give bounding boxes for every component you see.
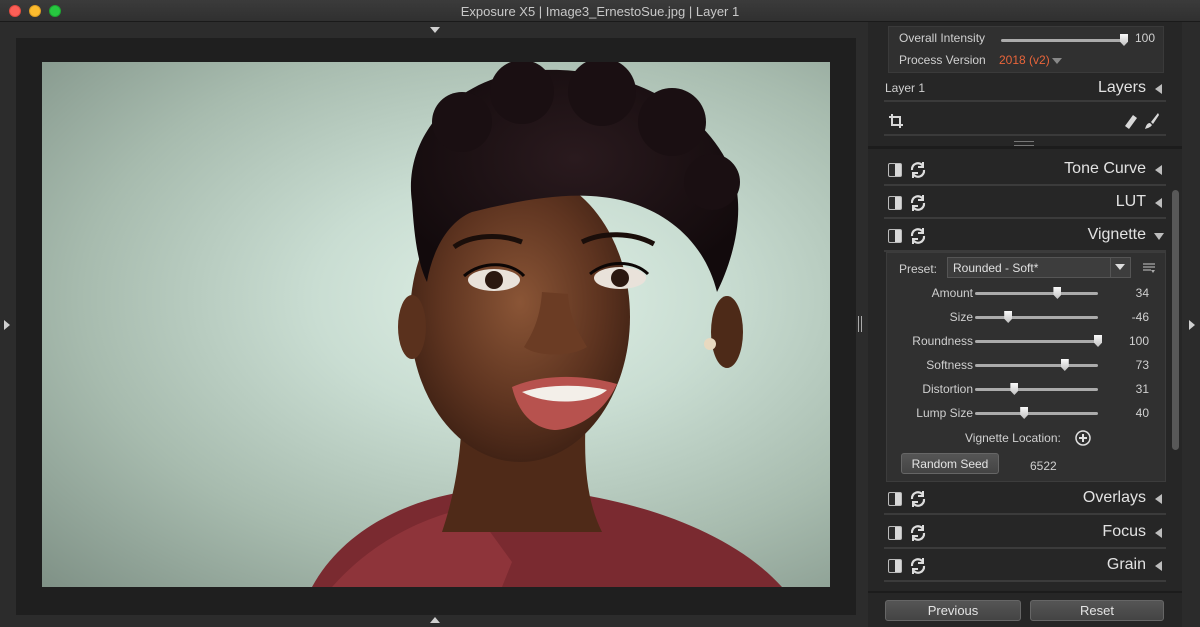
section-tone-curve[interactable]: Tone Curve <box>884 154 1166 186</box>
global-settings-box: Overall Intensity 100 Process Version 20… <box>888 26 1164 73</box>
vignette-preset-dropdown[interactable]: Rounded - Soft* <box>947 257 1131 278</box>
vignette-title: Vignette <box>1087 226 1146 243</box>
focus-title: Focus <box>1102 523 1146 540</box>
overlays-reset-icon[interactable] <box>908 489 928 509</box>
brush-icon[interactable] <box>1144 112 1160 130</box>
panel-divider <box>868 146 1182 149</box>
vignette-preset-label: Preset: <box>899 262 938 276</box>
section-focus[interactable]: Focus <box>884 517 1166 549</box>
layers-row[interactable]: Layer 1 Layers <box>884 76 1166 102</box>
distortion-slider-thumb[interactable] <box>1010 383 1019 395</box>
overall-intensity-label: Overall Intensity <box>899 31 986 45</box>
overall-intensity-slider-thumb[interactable] <box>1120 34 1128 46</box>
random-seed-button[interactable]: Random Seed <box>901 453 999 474</box>
overall-intensity-slider[interactable] <box>1001 34 1128 46</box>
random-seed-value: 6522 <box>1030 459 1057 473</box>
photo-preview[interactable] <box>42 62 830 587</box>
tone-curve-chevron-left-icon[interactable] <box>1155 165 1162 175</box>
lut-reset-icon[interactable] <box>908 193 928 213</box>
layers-title: Layers <box>1097 79 1146 96</box>
lut-title: LUT <box>1115 193 1146 210</box>
slider-label: Lump Size <box>916 406 973 420</box>
slider-label: Size <box>949 310 973 324</box>
lut-toggle-icon[interactable] <box>888 196 902 210</box>
section-grain[interactable]: Grain <box>884 550 1166 582</box>
size-slider[interactable] <box>975 311 1098 323</box>
process-version-chevron-down-icon[interactable] <box>1052 58 1062 64</box>
size-slider-thumb[interactable] <box>1004 311 1013 323</box>
window-title: Exposure X5 | Image3_ErnestoSue.jpg | La… <box>460 4 740 19</box>
lump-size-slider-thumb[interactable] <box>1020 407 1029 419</box>
crop-icon[interactable] <box>888 113 904 129</box>
roundness-slider[interactable] <box>975 335 1102 347</box>
adjustments-panel: Overall Intensity 100 Process Version 20… <box>868 22 1182 627</box>
roundness-slider-thumb[interactable] <box>1094 335 1102 347</box>
layers-chevron-left-icon[interactable] <box>1155 84 1162 94</box>
title-bar: Exposure X5 | Image3_ErnestoSue.jpg | La… <box>0 0 1200 22</box>
lump-size-value[interactable]: 40 <box>1107 406 1149 420</box>
distortion-slider[interactable] <box>975 383 1098 395</box>
vignette-preset-value: Rounded - Soft* <box>953 261 1039 275</box>
slider-label: Roundness <box>912 334 973 348</box>
amount-value[interactable]: 34 <box>1107 286 1149 300</box>
vignette-controls: Preset: Rounded - Soft* Amount 34 Size -… <box>886 252 1166 482</box>
size-value[interactable]: -46 <box>1107 310 1149 324</box>
overlays-title: Overlays <box>1082 489 1146 506</box>
portrait-illustration <box>312 62 782 587</box>
focus-chevron-left-icon[interactable] <box>1155 528 1162 538</box>
roundness-value[interactable]: 100 <box>1107 334 1149 348</box>
grain-chevron-left-icon[interactable] <box>1155 561 1162 571</box>
softness-slider[interactable] <box>975 359 1098 371</box>
tone-curve-title: Tone Curve <box>1064 160 1146 177</box>
toggle-filmstrip-arrow[interactable] <box>430 617 440 623</box>
vignette-toggle-icon[interactable] <box>888 229 902 243</box>
current-layer-name: Layer 1 <box>885 81 926 95</box>
vignette-chevron-down-icon[interactable] <box>1154 233 1164 240</box>
vignette-location-label: Vignette Location: <box>965 431 1061 445</box>
toggle-top-panel-arrow[interactable] <box>430 27 440 33</box>
overlays-chevron-left-icon[interactable] <box>1155 494 1162 504</box>
previous-button[interactable]: Previous <box>885 600 1021 621</box>
lut-chevron-left-icon[interactable] <box>1155 198 1162 208</box>
vignette-reset-icon[interactable] <box>908 226 928 246</box>
overall-intensity-value[interactable]: 100 <box>1135 31 1155 45</box>
overlays-toggle-icon[interactable] <box>888 492 902 506</box>
panel-resize-handle[interactable] <box>858 316 862 332</box>
process-version-dropdown[interactable]: 2018 (v2) <box>999 53 1050 67</box>
eraser-icon[interactable] <box>1122 112 1138 130</box>
focus-toggle-icon[interactable] <box>888 526 902 540</box>
focus-reset-icon[interactable] <box>908 523 928 543</box>
slider-label: Distortion <box>922 382 973 396</box>
tools-row <box>884 106 1166 136</box>
toggle-right-panel-arrow[interactable] <box>1189 320 1195 330</box>
distortion-value[interactable]: 31 <box>1107 382 1149 396</box>
panel-footer: Previous Reset <box>868 591 1182 627</box>
tone-curve-reset-icon[interactable] <box>908 160 928 180</box>
section-vignette[interactable]: Vignette <box>884 220 1166 252</box>
preset-menu-icon[interactable] <box>1143 263 1155 273</box>
softness-value[interactable]: 73 <box>1107 358 1149 372</box>
panel-scrollbar[interactable] <box>1172 190 1179 450</box>
vignette-location-target-icon[interactable] <box>1075 430 1091 446</box>
slider-label: Softness <box>926 358 973 372</box>
section-overlays[interactable]: Overlays <box>884 483 1166 515</box>
toggle-left-panel-arrow[interactable] <box>4 320 10 330</box>
grain-toggle-icon[interactable] <box>888 559 902 573</box>
slider-label: Amount <box>931 286 973 300</box>
tone-curve-toggle-icon[interactable] <box>888 163 902 177</box>
lump-size-slider[interactable] <box>975 407 1098 419</box>
amount-slider-thumb[interactable] <box>1053 287 1062 299</box>
softness-slider-thumb[interactable] <box>1060 359 1069 371</box>
process-version-label: Process Version <box>899 53 986 67</box>
grain-title: Grain <box>1106 556 1146 573</box>
section-lut[interactable]: LUT <box>884 187 1166 219</box>
reset-button[interactable]: Reset <box>1030 600 1164 621</box>
grain-reset-icon[interactable] <box>908 556 928 576</box>
preset-chevron-down-icon[interactable] <box>1110 258 1130 277</box>
amount-slider[interactable] <box>975 287 1098 299</box>
